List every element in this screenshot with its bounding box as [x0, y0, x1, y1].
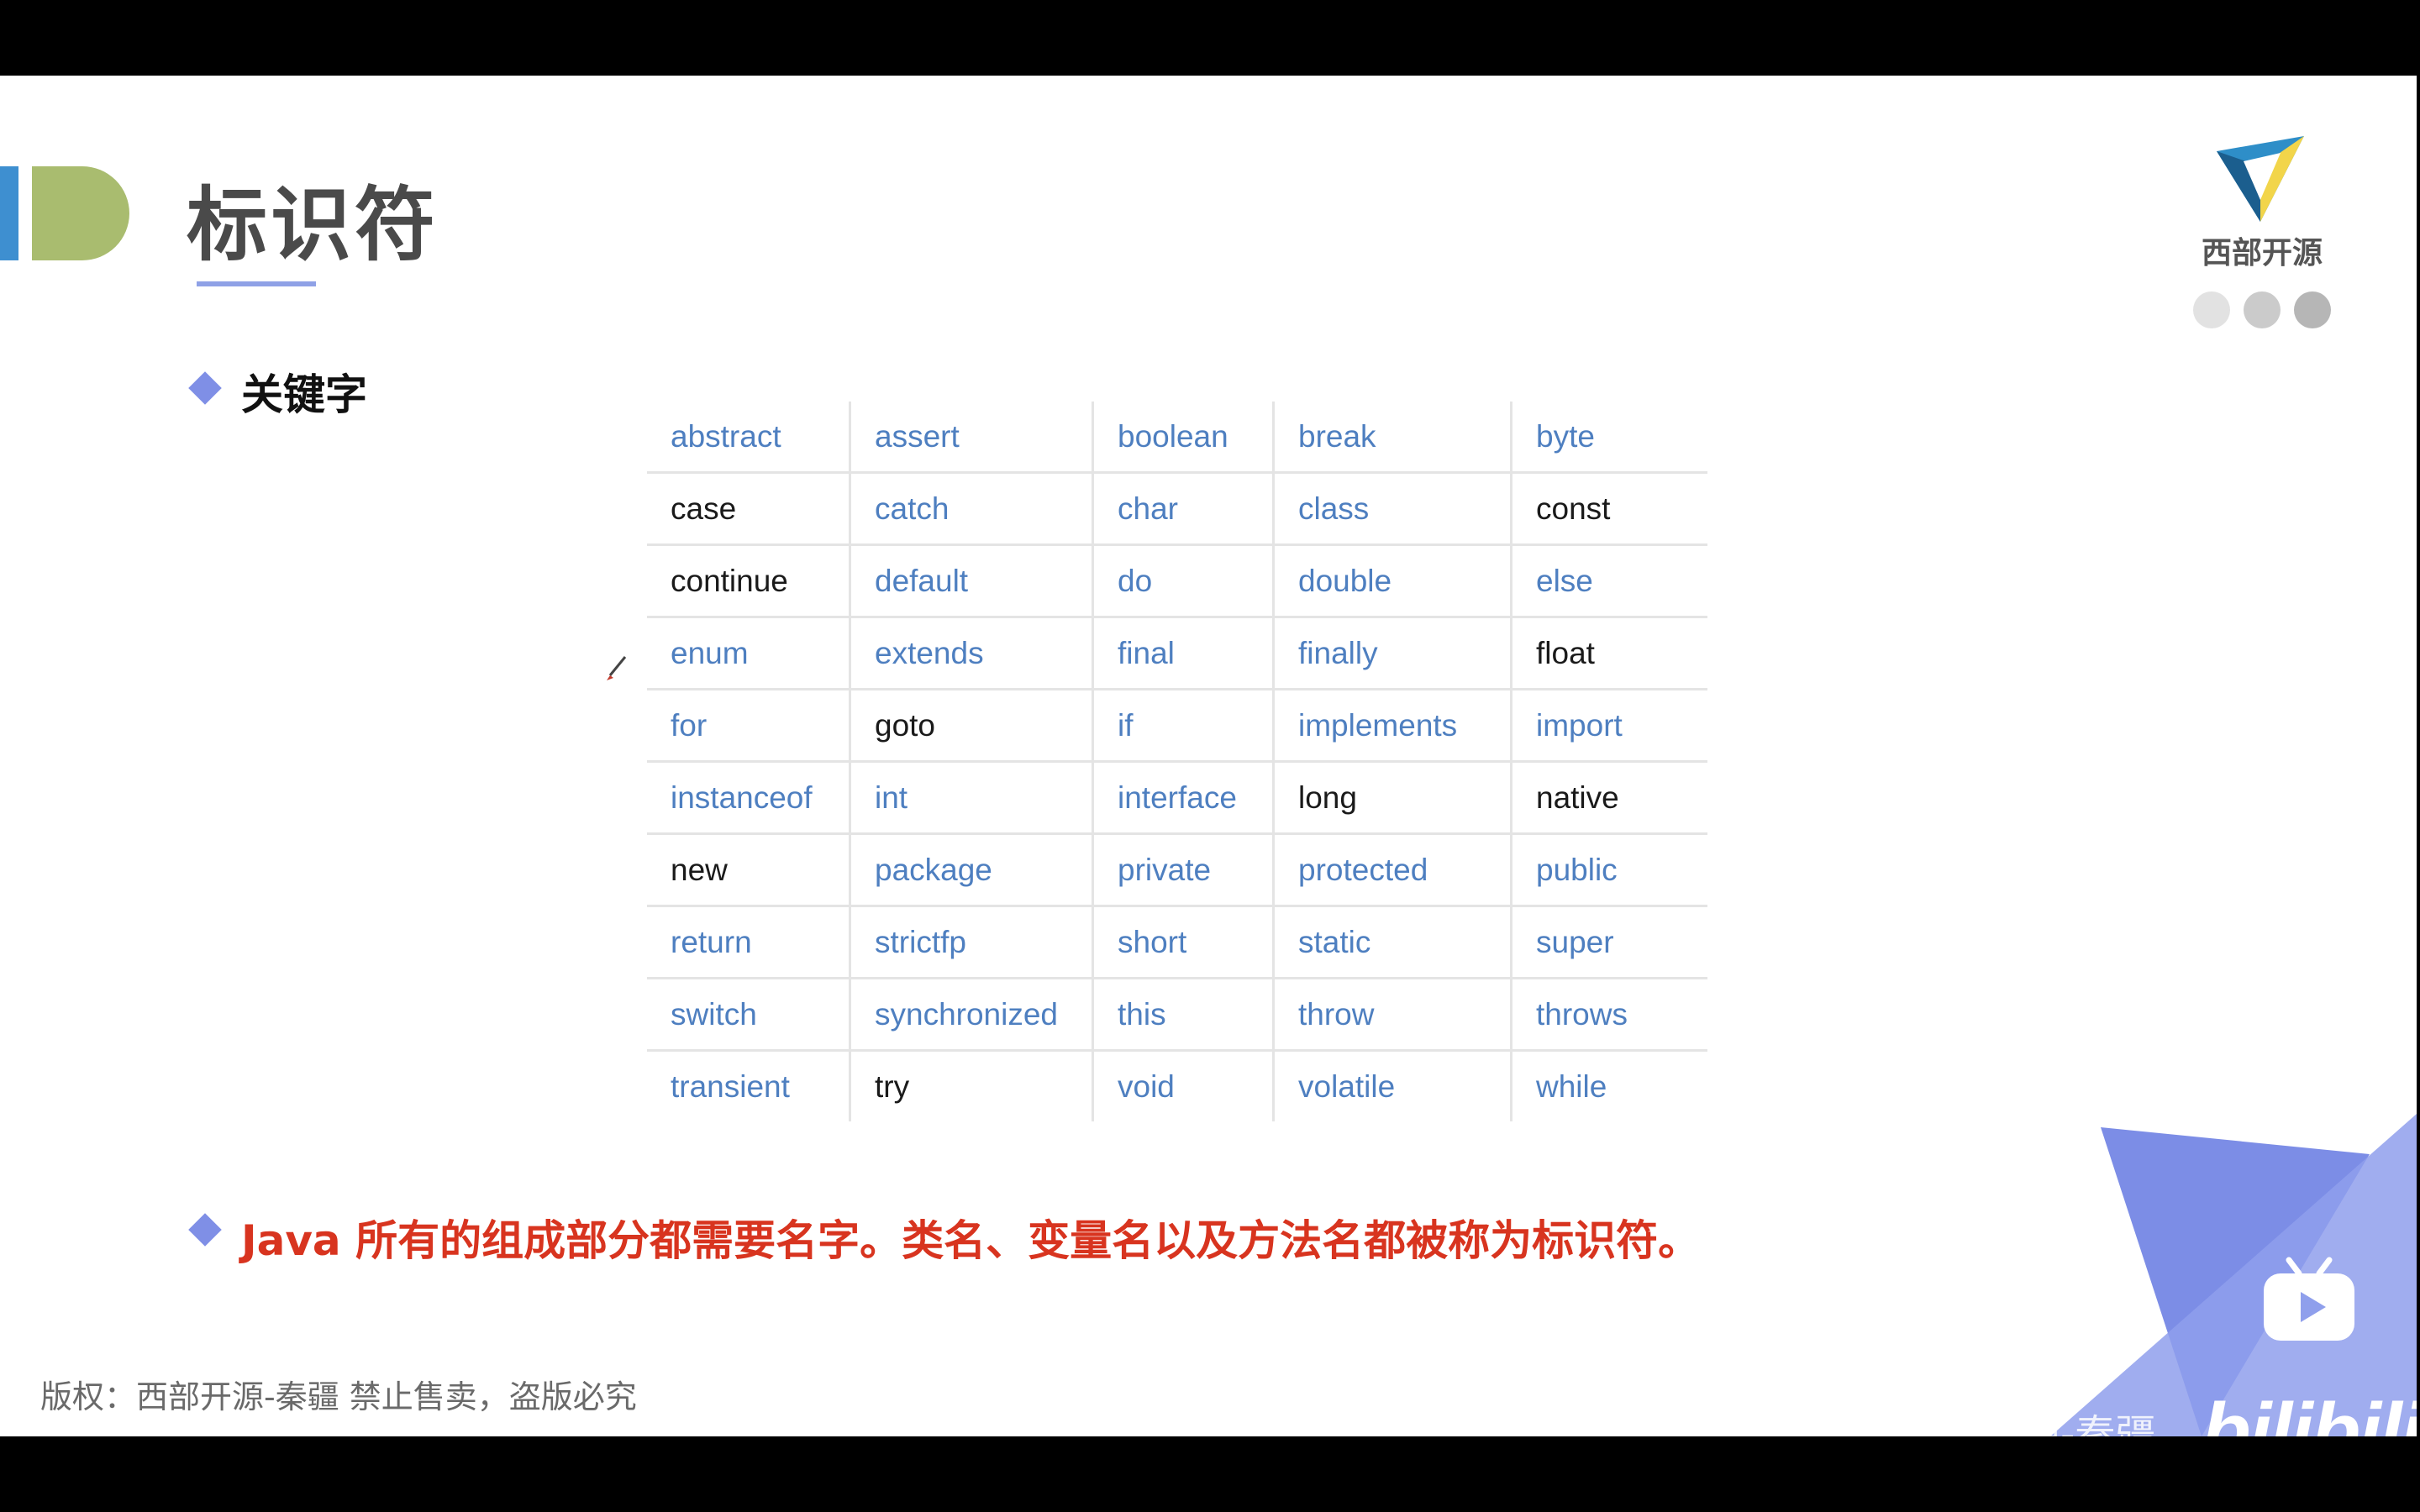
keyword-cell: switch [647, 977, 850, 1051]
keyword-row: new package private protected public [647, 832, 1707, 906]
keyword-cell: void [1092, 1049, 1274, 1121]
keyword-row: abstract assert boolean break byte [647, 402, 1707, 473]
keyword-cell: synchronized [849, 977, 1093, 1051]
keyword-row: continue default do double else [647, 543, 1707, 617]
page-dot-2 [2244, 291, 2281, 328]
bilibili-watermark: bilibili [2202, 1387, 2417, 1436]
pen-cursor-icon [607, 656, 627, 680]
keyword-row: for goto if implements import [647, 688, 1707, 762]
keyword-row: instanceof int interface long native [647, 760, 1707, 834]
title-underline [197, 281, 316, 286]
keyword-cell: goto [849, 688, 1093, 762]
keyword-cell: const [1510, 471, 1707, 545]
bullet-diamond-icon [188, 1213, 222, 1247]
keyword-cell: while [1510, 1049, 1707, 1121]
keyword-row: case catch char class const [647, 471, 1707, 545]
keyword-cell: interface [1092, 760, 1274, 834]
title-tab-green-shape [32, 166, 129, 260]
keyword-cell: static [1272, 905, 1512, 979]
keyword-cell: if [1092, 688, 1274, 762]
keyword-cell: else [1510, 543, 1707, 617]
keyword-cell: do [1092, 543, 1274, 617]
keyword-row: enum extends final finally float [647, 616, 1707, 690]
page-dot-3 [2294, 291, 2331, 328]
slide-title: 标识符 [187, 178, 439, 272]
keyword-row: transient try void volatile while [647, 1049, 1707, 1121]
keyword-cell: transient [647, 1049, 850, 1121]
keyword-cell: finally [1272, 616, 1512, 690]
keyword-cell: private [1092, 832, 1274, 906]
keyword-cell: throw [1272, 977, 1512, 1051]
keyword-cell: catch [849, 471, 1093, 545]
bullet-keywords-label: 关键字 [241, 370, 367, 419]
keywords-table: abstract assert boolean break byte case catch c… [647, 402, 1707, 1121]
keyword-cell: new [647, 832, 850, 906]
keyword-cell: final [1092, 616, 1274, 690]
keyword-cell: long [1272, 760, 1512, 834]
keyword-cell: abstract [671, 418, 781, 454]
keyword-cell: return [647, 905, 850, 979]
keyword-cell: public [1510, 832, 1707, 906]
keyword-cell: byte [1510, 402, 1707, 473]
keyword-cell: continue [647, 543, 850, 617]
keyword-cell: try [849, 1049, 1093, 1121]
identifier-definition-text: Java 所有的组成部分都需要名字。类名、变量名以及方法名都被称为标识符。 [241, 1216, 1701, 1265]
keyword-cell: case [647, 471, 850, 545]
keyword-row: switch synchronized this throw throws [647, 977, 1707, 1051]
keyword-cell: float [1510, 616, 1707, 690]
keyword-cell: extends [849, 616, 1093, 690]
keyword-cell: boolean [1092, 402, 1274, 473]
keyword-cell: native [1510, 760, 1707, 834]
keyword-cell: throws [1510, 977, 1707, 1051]
keyword-cell: default [849, 543, 1093, 617]
keyword-cell: volatile [1272, 1049, 1512, 1121]
keyword-cell: implements [1272, 688, 1512, 762]
play-icon [2264, 1257, 2354, 1341]
keyword-cell: strictfp [849, 905, 1093, 979]
keyword-cell: for [647, 688, 850, 762]
bullet-diamond-icon [188, 371, 222, 405]
keyword-row: return strictfp short static super [647, 905, 1707, 979]
keyword-cell: this [1092, 977, 1274, 1051]
keyword-cell: enum [647, 616, 850, 690]
watermark-channel-text: 西部开源-秦疆 [1899, 1411, 2156, 1436]
keyword-cell: class [1272, 471, 1512, 545]
title-tab-blue-bar [0, 166, 18, 260]
keyword-cell: import [1510, 688, 1707, 762]
page-dot-1 [2193, 291, 2230, 328]
keyword-cell: int [849, 760, 1093, 834]
keyword-cell: assert [849, 402, 1093, 473]
keyword-cell: protected [1272, 832, 1512, 906]
keyword-cell: instanceof [647, 760, 850, 834]
logo-text: 西部开源 [2201, 236, 2323, 270]
keyword-cell: double [1272, 543, 1512, 617]
keyword-cell: super [1510, 905, 1707, 979]
keyword-cell: package [849, 832, 1093, 906]
copyright-footer: 版权：西部开源-秦疆 禁止售卖，盗版必究 [40, 1378, 637, 1415]
keyword-cell: short [1092, 905, 1274, 979]
keyword-cell: char [1092, 471, 1274, 545]
keyword-cell: break [1272, 402, 1512, 473]
logo-mark-icon [2217, 136, 2304, 222]
slide: 标识符 西部开源 关键字 abstract assert boolean break b… [0, 76, 2417, 1436]
